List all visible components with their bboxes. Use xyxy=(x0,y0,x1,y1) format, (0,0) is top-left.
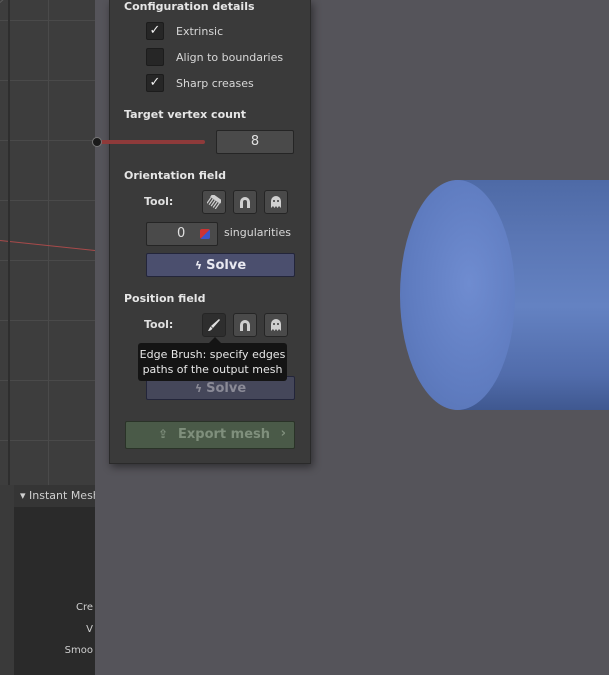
target-vertex-title: Target vertex count xyxy=(124,108,247,121)
vertex-count-slider-handle[interactable] xyxy=(92,137,102,147)
position-field-title: Position field xyxy=(124,292,206,305)
orientation-field-title: Orientation field xyxy=(124,169,227,182)
singularities-label: singularities xyxy=(224,226,291,239)
instant-meshes-panel: Configuration details ✓ Extrinsic Align … xyxy=(92,0,311,464)
tooltip-line-1: Edge Brush: specify edges xyxy=(139,348,286,361)
viewport-border xyxy=(8,0,10,485)
lightning-icon: ϟ xyxy=(194,258,203,272)
sharp-creases-label: Sharp creases xyxy=(176,76,254,90)
instant-mesh-side-panel: ▾ Instant Mesh Cre V Smoo xyxy=(14,485,95,675)
chevron-right-icon: › xyxy=(280,426,286,441)
vertex-count-slider[interactable] xyxy=(95,140,205,144)
edge-brush-tooltip: Edge Brush: specify edges paths of the o… xyxy=(138,343,287,381)
orientation-tool-label: Tool: xyxy=(144,195,174,208)
singularities-value: 0 xyxy=(177,226,186,241)
grid-line xyxy=(0,0,95,21)
extrinsic-label: Extrinsic xyxy=(176,24,224,38)
export-mesh-button[interactable]: ⇪ Export mesh › xyxy=(125,421,295,449)
vertex-count-input[interactable]: 8 xyxy=(216,130,294,154)
outer-left-strip xyxy=(0,485,14,675)
ghost-icon xyxy=(271,319,281,331)
left-viewport xyxy=(0,0,95,485)
ghost-icon xyxy=(271,196,281,208)
position-magnet-tool-button[interactable] xyxy=(233,313,257,337)
side-panel-row: Smoo xyxy=(64,645,93,656)
option-extrinsic[interactable]: ✓ Extrinsic xyxy=(146,22,223,40)
axis-line xyxy=(0,240,95,252)
ghost-tool-button[interactable] xyxy=(264,190,288,214)
cylinder-mesh-cap[interactable] xyxy=(400,180,515,410)
singularities-counter[interactable]: 0 xyxy=(146,222,218,246)
position-tool-label: Tool: xyxy=(144,318,174,331)
magnet-icon xyxy=(240,320,250,331)
comb-tool-button[interactable] xyxy=(202,190,226,214)
side-panel-row: V xyxy=(86,624,93,635)
extrinsic-checkbox[interactable]: ✓ xyxy=(146,22,164,40)
lightning-icon: ϟ xyxy=(194,381,203,395)
side-panel-title: Instant Mesh xyxy=(29,489,95,502)
option-align-boundaries[interactable]: Align to boundaries xyxy=(146,48,283,66)
orientation-solve-label: Solve xyxy=(206,257,247,273)
sharp-creases-checkbox[interactable]: ✓ xyxy=(146,74,164,92)
side-panel-header[interactable]: ▾ Instant Mesh xyxy=(14,485,95,507)
position-ghost-tool-button[interactable] xyxy=(264,313,288,337)
magnet-tool-button[interactable] xyxy=(233,190,257,214)
export-mesh-label: Export mesh xyxy=(178,427,271,442)
position-solve-label: Solve xyxy=(206,380,247,396)
singularity-color-icon[interactable] xyxy=(200,229,210,239)
export-icon: ⇪ xyxy=(158,427,169,441)
side-panel-row: Cre xyxy=(75,602,93,613)
orientation-solve-button[interactable]: ϟ Solve xyxy=(146,253,295,277)
align-boundaries-label: Align to boundaries xyxy=(176,50,284,64)
tooltip-line-2: paths of the output mesh xyxy=(142,363,283,376)
comb-icon xyxy=(207,195,221,209)
edge-brush-tool-button[interactable] xyxy=(202,313,226,337)
align-boundaries-checkbox[interactable] xyxy=(146,48,164,66)
brush-icon xyxy=(208,319,220,331)
option-sharp-creases[interactable]: ✓ Sharp creases xyxy=(146,74,254,92)
config-title: Configuration details xyxy=(124,0,255,13)
magnet-icon xyxy=(240,197,250,208)
